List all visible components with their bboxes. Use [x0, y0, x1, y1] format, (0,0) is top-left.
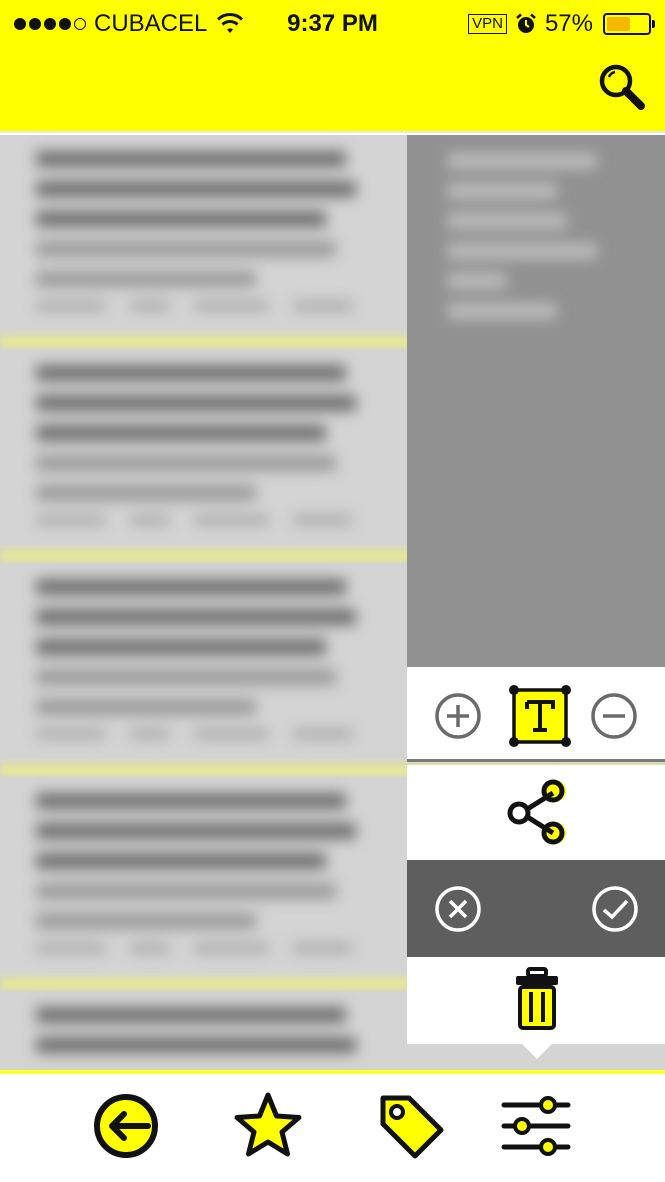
delete-row[interactable]	[407, 957, 665, 1044]
share-icon[interactable]	[503, 775, 573, 851]
text-format-icon[interactable]	[507, 683, 573, 749]
share-row[interactable]	[407, 765, 665, 860]
alarm-clock-icon	[516, 13, 536, 33]
status-bar: CUBACEL 9:37 PM VPN 57%	[0, 0, 665, 48]
battery-fill	[607, 17, 630, 31]
trash-icon[interactable]	[511, 966, 563, 1032]
check-circle-icon[interactable]	[590, 884, 640, 934]
font-size-row	[407, 667, 665, 762]
article-actions-menu	[407, 667, 665, 1060]
battery-percent: 57%	[544, 10, 593, 37]
search-icon[interactable]	[597, 62, 647, 112]
bottom-tab-bar	[0, 1070, 665, 1182]
status-right: VPN 57%	[468, 10, 655, 38]
star-icon[interactable]	[232, 1090, 304, 1162]
tag-icon[interactable]	[375, 1090, 447, 1162]
plus-circle-icon[interactable]	[433, 691, 483, 741]
settings-sliders-icon[interactable]	[500, 1090, 572, 1162]
cancel-circle-icon[interactable]	[433, 884, 483, 934]
blurred-side-panel	[407, 135, 665, 667]
back-arrow-icon[interactable]	[90, 1090, 162, 1162]
vpn-badge: VPN	[468, 14, 507, 34]
battery-icon	[603, 13, 655, 35]
confirm-row	[407, 860, 665, 957]
app-header: CUBACEL 9:37 PM VPN 57%	[0, 0, 665, 133]
minus-circle-icon[interactable]	[589, 691, 639, 741]
menu-pointer	[521, 1043, 553, 1059]
